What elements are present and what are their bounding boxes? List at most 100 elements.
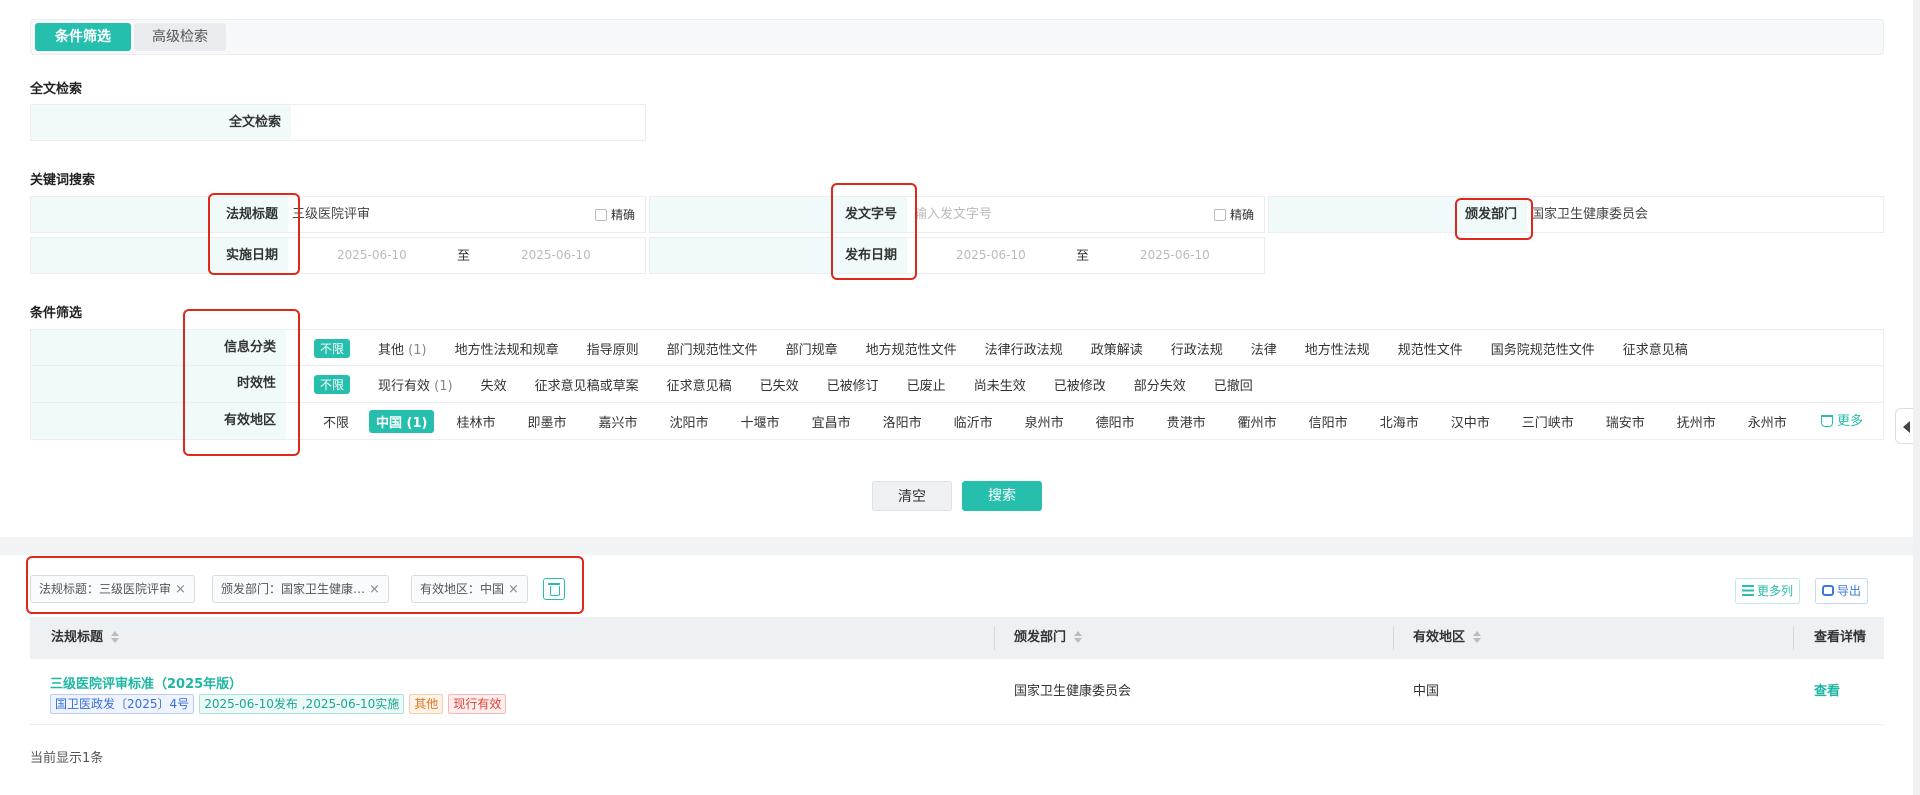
regulation-title-link[interactable]: 三级医院评审标准（2025年版） xyxy=(50,673,242,692)
col-header-title[interactable]: 法规标题 xyxy=(51,617,120,659)
region-options: 不限 中国 (1) 桂林市 即墨市 嘉兴市 沈阳市 十堰市 宜昌市 洛阳市 临沂… xyxy=(323,403,1787,439)
region-option[interactable]: 衢州市 xyxy=(1238,412,1277,431)
close-icon[interactable]: × xyxy=(369,582,380,597)
category-option[interactable]: 征求意见稿 xyxy=(1623,339,1688,358)
category-option[interactable]: 地方性法规和规章 xyxy=(455,339,559,358)
validity-option[interactable]: 征求意见稿 xyxy=(667,375,732,394)
region-option[interactable]: 抚州市 xyxy=(1677,412,1716,431)
region-option[interactable]: 贵港市 xyxy=(1167,412,1206,431)
category-option[interactable]: 法律 xyxy=(1251,339,1277,358)
validity-option-unlimited[interactable]: 不限 xyxy=(314,374,351,394)
validity-option[interactable]: 已废止 xyxy=(907,375,946,394)
pub-date-from[interactable]: 2025-06-10 xyxy=(956,238,1026,273)
validity-option-current[interactable]: 现行有效 (1) xyxy=(378,375,453,394)
active-filter-chip-dept[interactable]: 颁发部门：国家卫生健康… × xyxy=(212,575,389,603)
region-option[interactable]: 宜昌市 xyxy=(812,412,851,431)
category-option[interactable]: 行政法规 xyxy=(1171,339,1223,358)
search-button[interactable]: 搜索 xyxy=(962,481,1042,511)
active-filter-chip-title[interactable]: 法规标题：三级医院评审 × xyxy=(30,575,195,603)
scrollbar-track[interactable] xyxy=(1913,0,1920,795)
category-option[interactable]: 法律行政法规 xyxy=(985,339,1063,358)
col-header-region[interactable]: 有效地区 xyxy=(1413,617,1482,659)
close-icon[interactable]: × xyxy=(175,582,186,597)
fulltext-input[interactable] xyxy=(291,105,645,140)
category-option[interactable]: 政策解读 xyxy=(1091,339,1143,358)
docno-tag: 国卫医政发〔2025〕4号 xyxy=(50,694,195,714)
region-more-button[interactable]: 更多 xyxy=(1820,403,1863,439)
region-option[interactable]: 汉中市 xyxy=(1451,412,1490,431)
clear-filters-trash-icon[interactable] xyxy=(543,578,565,600)
region-option[interactable]: 三门峡市 xyxy=(1522,412,1574,431)
category-option[interactable]: 规范性文件 xyxy=(1398,339,1463,358)
region-option[interactable]: 桂林市 xyxy=(456,412,495,431)
validity-option[interactable]: 失效 xyxy=(481,375,507,394)
status-badge: 现行有效 xyxy=(448,694,507,714)
export-button[interactable]: 导出 xyxy=(1815,578,1869,604)
search-panel: 条件筛选 高级检索 全文检索 全文检索 关键词搜索 法规标题 三级医院评审 精确… xyxy=(0,0,1920,537)
validity-options: 不限 现行有效 (1) 失效 征求意见稿或草案 征求意见稿 已失效 已被修订 已… xyxy=(314,366,1281,402)
region-option-china[interactable]: 中国 (1) xyxy=(369,409,435,433)
category-option[interactable]: 部门规范性文件 xyxy=(667,339,758,358)
impl-date-from[interactable]: 2025-06-10 xyxy=(337,238,407,273)
category-option[interactable]: 地方规范性文件 xyxy=(866,339,957,358)
col-header-dept[interactable]: 颁发部门 xyxy=(1014,617,1083,659)
fulltext-row: 全文检索 xyxy=(30,104,646,141)
category-option[interactable]: 部门规章 xyxy=(786,339,838,358)
filter-section-title: 条件筛选 xyxy=(30,306,83,321)
more-columns-button[interactable]: 更多列 xyxy=(1735,578,1801,604)
region-option[interactable]: 洛阳市 xyxy=(883,412,922,431)
title-input[interactable]: 三级医院评审 xyxy=(292,197,592,232)
sort-icon[interactable] xyxy=(111,631,120,643)
region-option[interactable]: 即墨市 xyxy=(528,412,567,431)
impl-date-to[interactable]: 2025-06-10 xyxy=(521,238,591,273)
docno-row: 发文字号 输入发文字号 精确 xyxy=(649,196,1265,233)
close-icon[interactable]: × xyxy=(508,582,519,597)
regulation-tags: 国卫医政发〔2025〕4号 2025-06-10发布 ,2025-06-10实施… xyxy=(50,694,507,714)
region-option[interactable]: 泉州市 xyxy=(1025,412,1064,431)
docno-label: 发文字号 xyxy=(650,197,907,232)
validity-option[interactable]: 部分失效 xyxy=(1134,375,1186,394)
validity-filter-row: 时效性 不限 现行有效 (1) 失效 征求意见稿或草案 征求意见稿 已失效 已被… xyxy=(30,366,1884,403)
validity-option[interactable]: 已被修改 xyxy=(1054,375,1106,394)
view-detail-link[interactable]: 查看 xyxy=(1814,659,1840,725)
tab-condition-filter[interactable]: 条件筛选 xyxy=(35,23,131,51)
region-option[interactable]: 沈阳市 xyxy=(670,412,709,431)
filter-icon xyxy=(1820,415,1833,427)
category-tag: 其他 xyxy=(409,694,444,714)
region-option-unlimited[interactable]: 不限 xyxy=(323,412,349,431)
active-filter-chip-region[interactable]: 有效地区：中国 × xyxy=(411,575,528,603)
category-option[interactable]: 指导原则 xyxy=(587,339,639,358)
region-option[interactable]: 十堰市 xyxy=(741,412,780,431)
category-option[interactable]: 地方性法规 xyxy=(1305,339,1370,358)
sort-icon[interactable] xyxy=(1473,631,1482,643)
sort-icon[interactable] xyxy=(1074,631,1083,643)
category-option-other[interactable]: 其他 (1) xyxy=(378,339,427,358)
title-exact-checkbox[interactable]: 精确 xyxy=(594,208,635,222)
category-option[interactable]: 国务院规范性文件 xyxy=(1491,339,1595,358)
column-divider xyxy=(1793,626,1794,650)
category-option-unlimited[interactable]: 不限 xyxy=(314,338,351,358)
clear-button[interactable]: 清空 xyxy=(872,481,952,511)
tab-advanced-search[interactable]: 高级检索 xyxy=(134,23,226,51)
region-option[interactable]: 信阳市 xyxy=(1309,412,1348,431)
dept-input[interactable]: 国家卫生健康委员会 xyxy=(1531,197,1871,232)
validity-option[interactable]: 征求意见稿或草案 xyxy=(535,375,639,394)
region-option[interactable]: 北海市 xyxy=(1380,412,1419,431)
region-option[interactable]: 瑞安市 xyxy=(1606,412,1645,431)
pub-date-label: 发布日期 xyxy=(650,238,907,273)
validity-option[interactable]: 已失效 xyxy=(760,375,799,394)
region-option[interactable]: 临沂市 xyxy=(954,412,993,431)
validity-option[interactable]: 已撤回 xyxy=(1214,375,1253,394)
table-header: 法规标题 颁发部门 有效地区 查看详情 xyxy=(30,617,1884,659)
validity-option[interactable]: 尚未生效 xyxy=(974,375,1026,394)
region-option[interactable]: 嘉兴市 xyxy=(599,412,638,431)
pub-date-to[interactable]: 2025-06-10 xyxy=(1140,238,1210,273)
region-option[interactable]: 永州市 xyxy=(1748,412,1787,431)
column-divider xyxy=(994,626,995,650)
dept-label: 颁发部门 xyxy=(1269,197,1527,232)
region-option[interactable]: 德阳市 xyxy=(1096,412,1135,431)
region-label: 有效地区 xyxy=(31,403,286,439)
docno-input[interactable]: 输入发文字号 xyxy=(914,197,1194,232)
validity-option[interactable]: 已被修订 xyxy=(827,375,879,394)
docno-exact-checkbox[interactable]: 精确 xyxy=(1213,208,1254,222)
